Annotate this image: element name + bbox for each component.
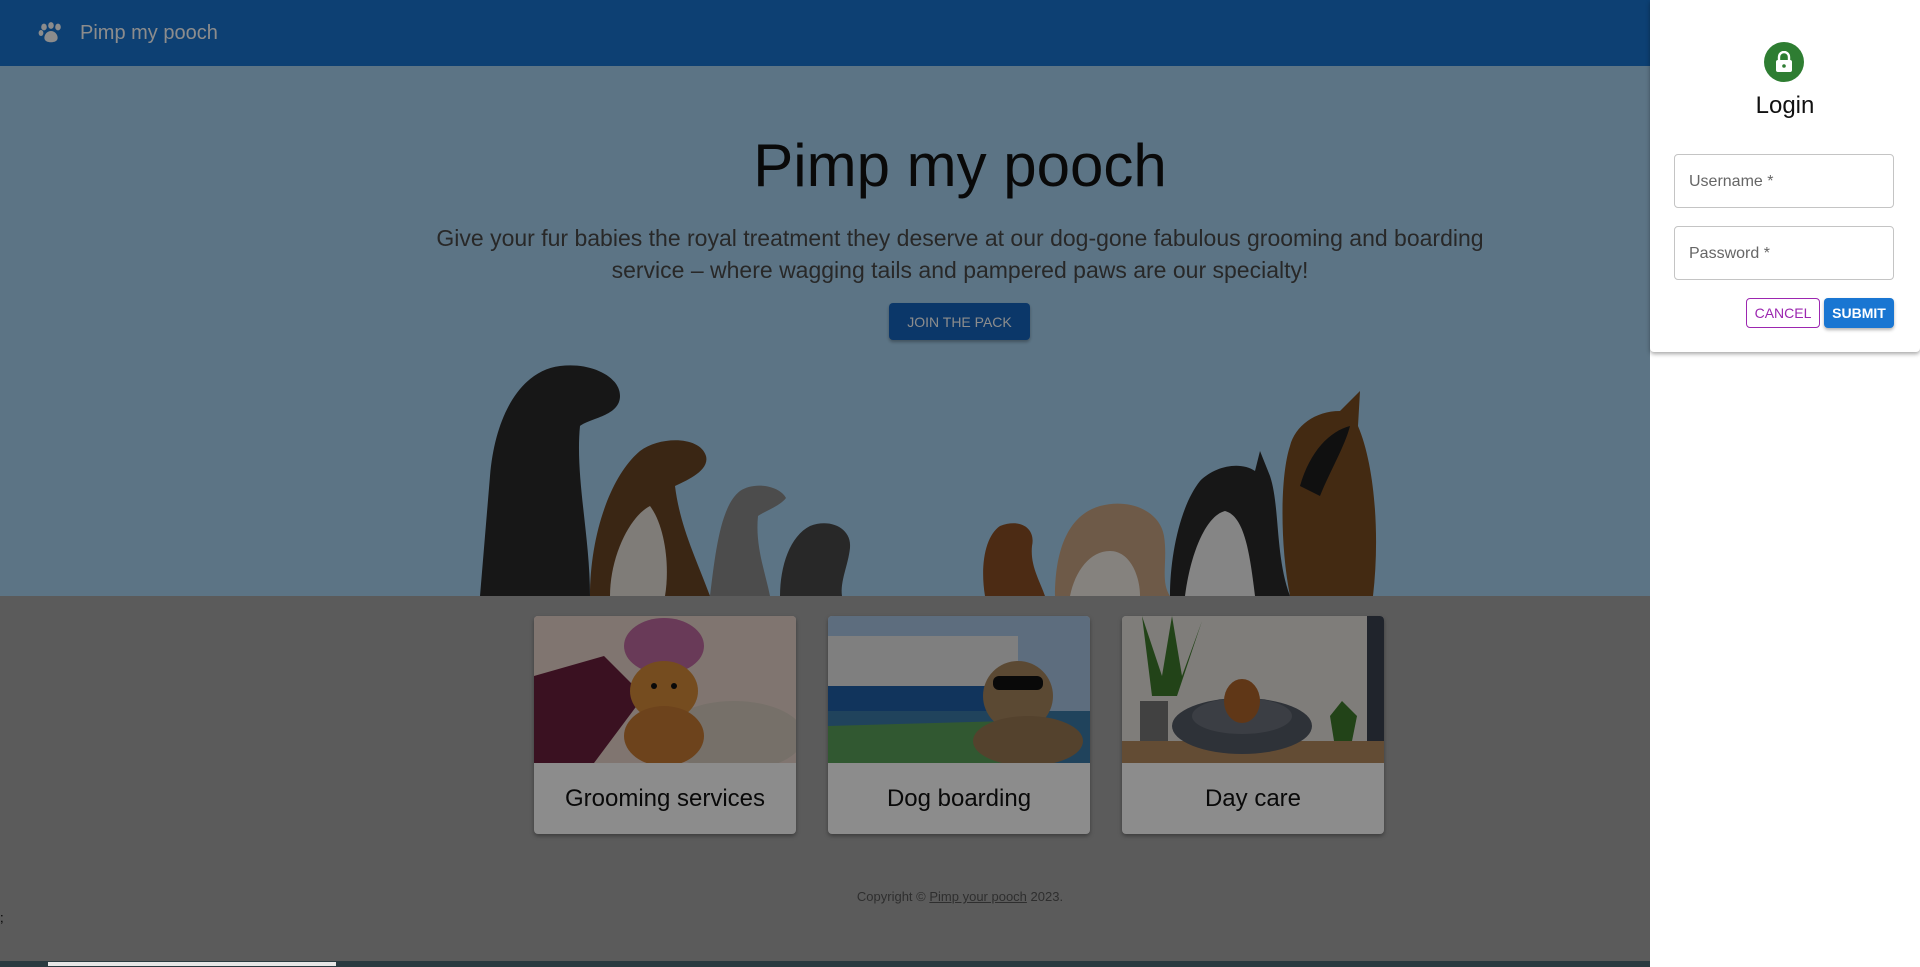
drawer-backdrop[interactable] — [0, 0, 1650, 967]
password-field[interactable] — [1674, 226, 1894, 280]
main-page: Pimp my pooch Pimp my pooch Give your fu… — [0, 0, 1650, 967]
lock-avatar — [1764, 42, 1804, 82]
login-drawer: Login CANCEL SUBMIT — [1650, 0, 1920, 967]
login-form: Login CANCEL SUBMIT — [1650, 0, 1920, 352]
login-title: Login — [1755, 92, 1815, 119]
username-field[interactable] — [1674, 154, 1894, 208]
lock-icon — [1776, 51, 1792, 72]
cancel-button[interactable]: CANCEL — [1746, 298, 1820, 328]
bottom-strip — [0, 961, 1650, 967]
password-input[interactable] — [1687, 241, 1887, 267]
bottom-strip-segment — [48, 962, 336, 966]
username-input[interactable] — [1687, 169, 1887, 195]
submit-button[interactable]: SUBMIT — [1824, 298, 1894, 328]
